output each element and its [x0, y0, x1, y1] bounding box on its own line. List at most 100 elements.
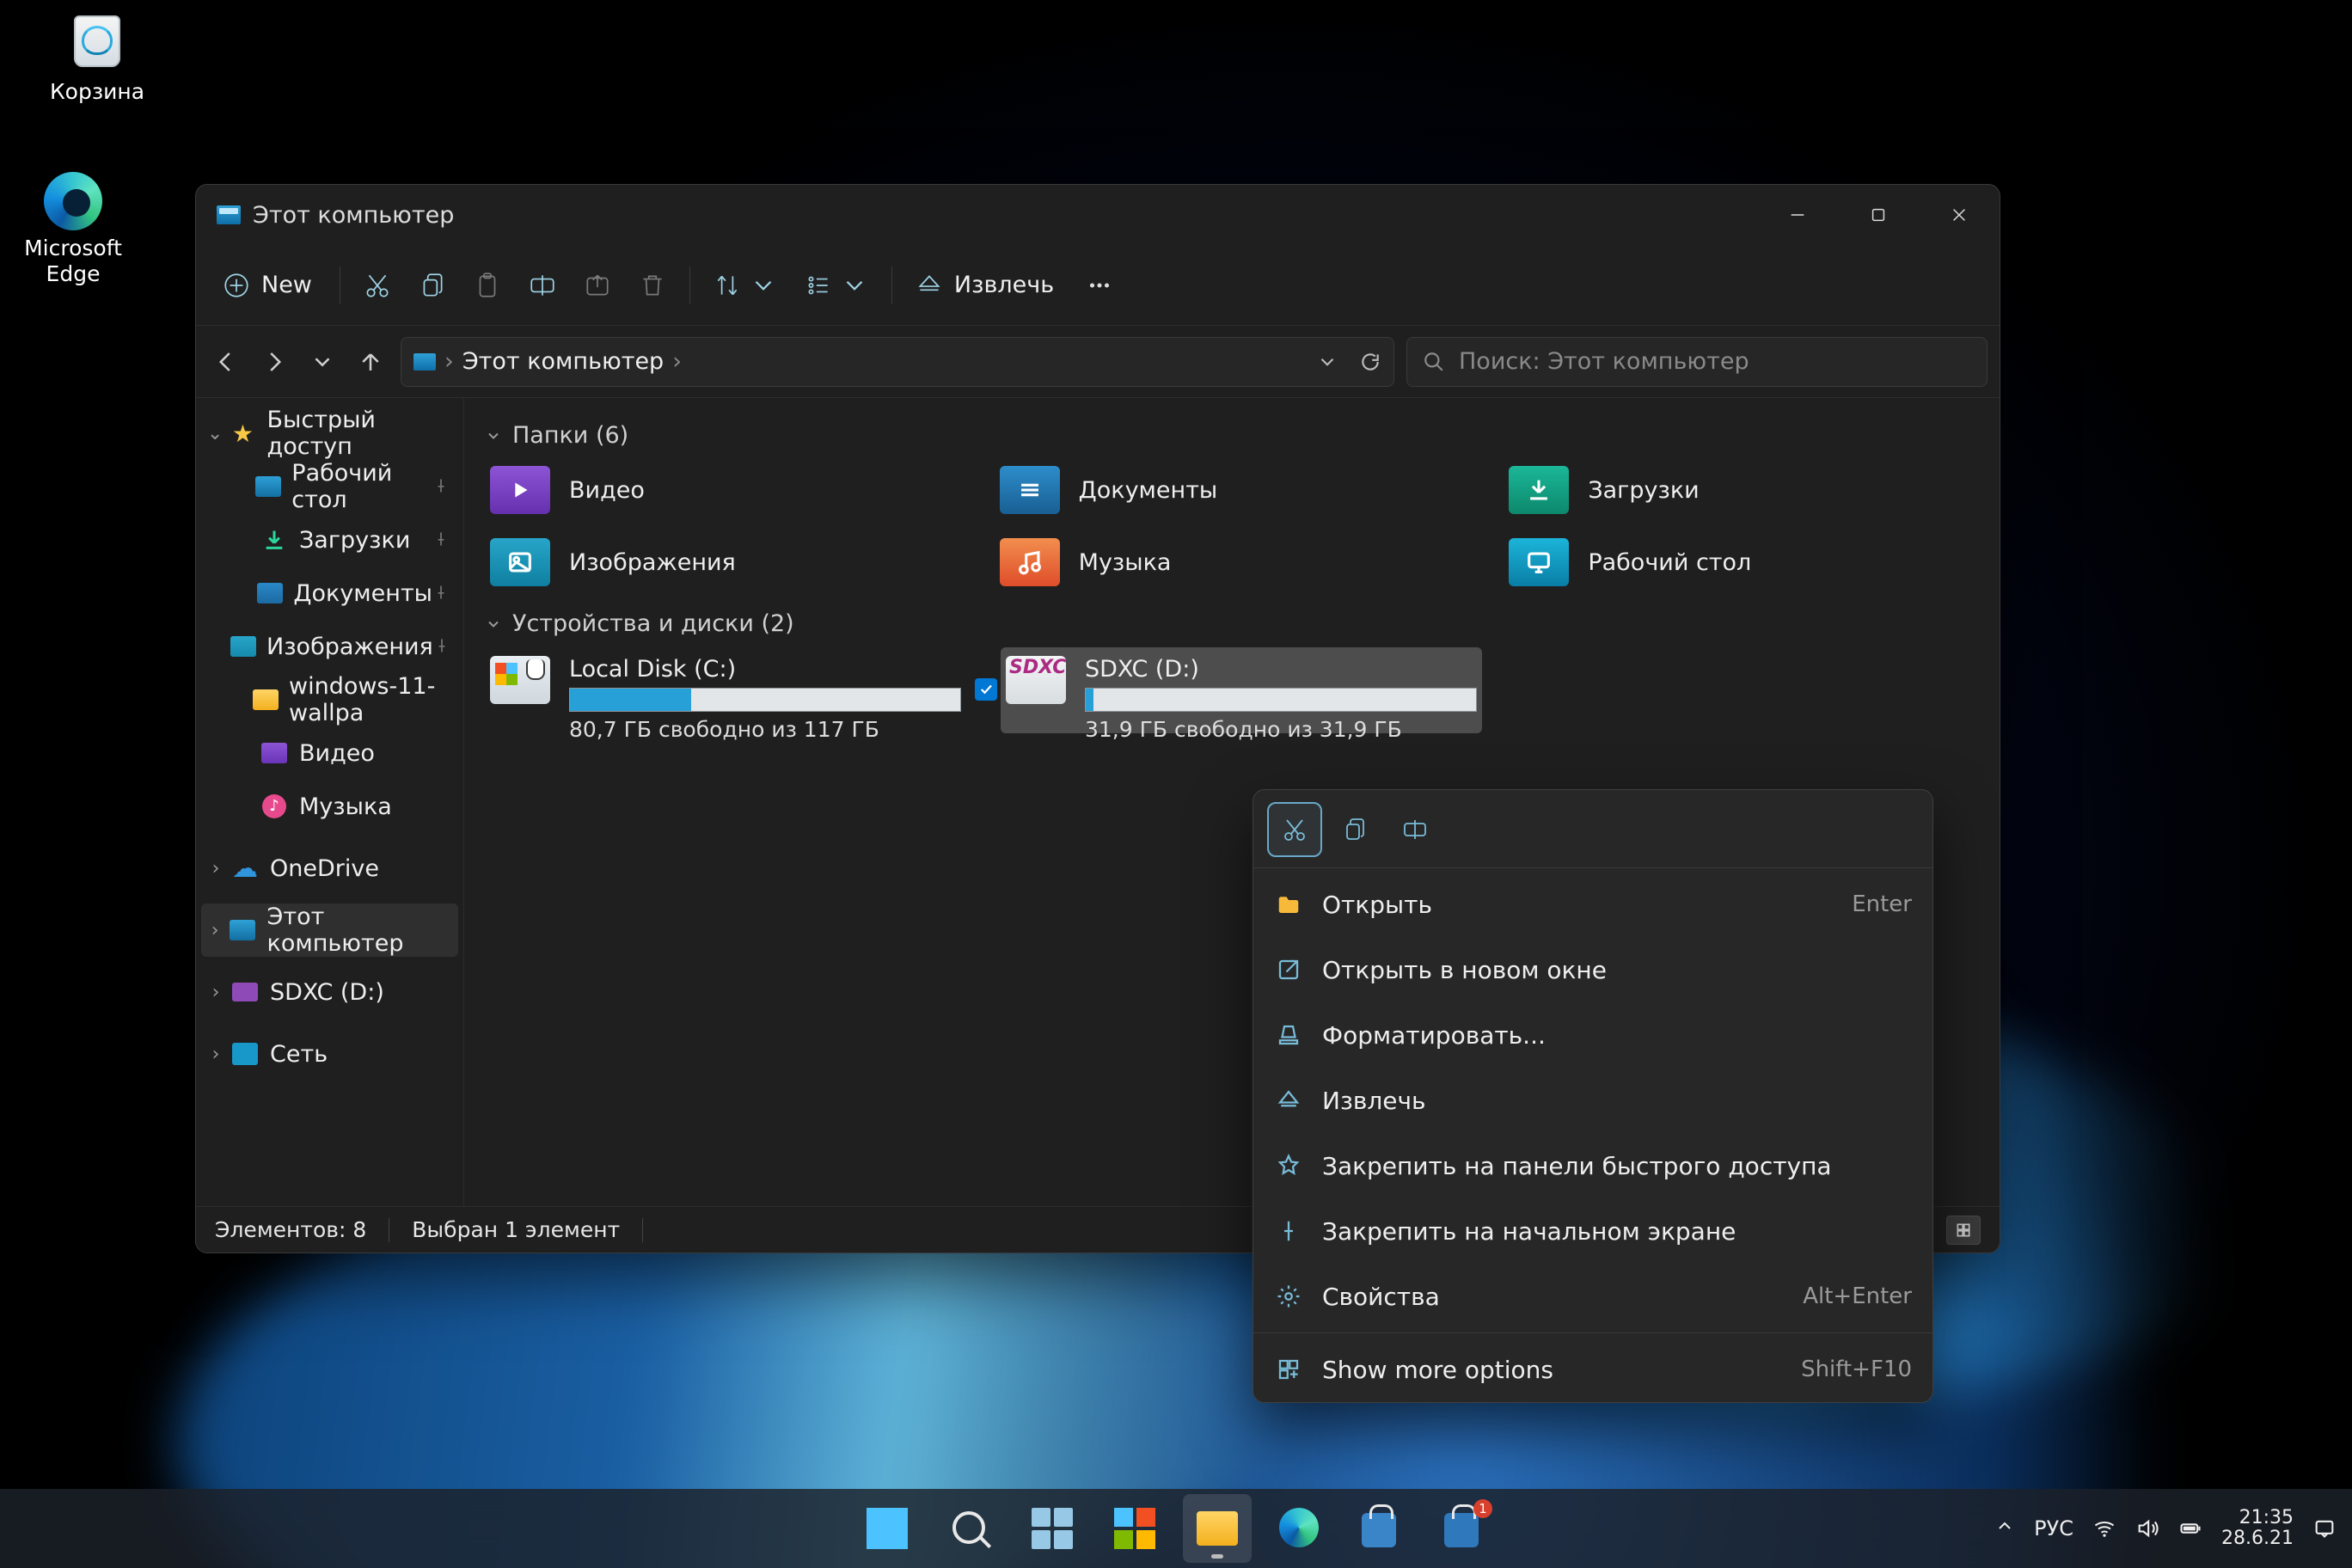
folder-video[interactable]: Видео — [485, 459, 960, 521]
clock-date: 28.6.21 — [2221, 1528, 2294, 1549]
file-explorer-button[interactable] — [1183, 1494, 1252, 1563]
sidebar-item-video[interactable]: Видео — [201, 726, 458, 780]
ctx-open-new-window[interactable]: Открыть в новом окне — [1253, 937, 1932, 1002]
new-button[interactable]: New — [210, 261, 329, 309]
ctx-rename-button[interactable] — [1389, 804, 1441, 855]
drive-c[interactable]: Local Disk (C:) 80,7 ГБ свободно из 117 … — [485, 647, 966, 733]
selection-checkbox[interactable] — [975, 678, 997, 701]
pin-icon — [432, 474, 450, 500]
pin-icon — [432, 580, 450, 607]
rename-button[interactable] — [516, 261, 569, 309]
breadcrumb[interactable]: Этот компьютер — [462, 348, 664, 375]
minimize-button[interactable] — [1757, 185, 1838, 245]
folder-music[interactable]: Музыка — [995, 531, 1470, 593]
sidebar-item-downloads[interactable]: Загрузки — [201, 513, 458, 567]
ctx-pin-quick-access[interactable]: Закрепить на панели быстрого доступа — [1253, 1133, 1932, 1198]
language-indicator[interactable]: РУС — [2034, 1516, 2073, 1540]
group-folders-header[interactable]: Папки (6) — [485, 422, 1979, 449]
group-drives-header[interactable]: Устройства и диски (2) — [485, 610, 1979, 637]
cloud-icon: ☁ — [230, 854, 260, 883]
store-button-2[interactable]: 1 — [1430, 1494, 1499, 1563]
folder-pictures[interactable]: Изображения — [485, 531, 960, 593]
ctx-show-more[interactable]: Show more optionsShift+F10 — [1253, 1337, 1932, 1402]
edge-icon — [44, 172, 102, 230]
download-icon — [1509, 466, 1569, 514]
address-bar[interactable]: › Этот компьютер › — [401, 337, 1394, 387]
task-view-icon — [1032, 1508, 1073, 1549]
taskbar: 1 РУС 21:35 28.6.21 — [0, 1489, 2352, 1568]
edge-shortcut[interactable]: Microsoft Edge — [9, 172, 138, 286]
drive-d[interactable]: SDXC SDXC (D:) 31,9 ГБ свободно из 31,9 … — [1001, 647, 1482, 733]
store-icon — [1362, 1508, 1403, 1549]
volume-icon[interactable] — [2135, 1516, 2159, 1540]
ctx-pin-start[interactable]: Закрепить на начальном экране — [1253, 1198, 1932, 1264]
ctx-eject[interactable]: Извлечь — [1253, 1068, 1932, 1133]
navigation-pane: ⌄★ Быстрый доступ Рабочий стол Загрузки … — [196, 398, 464, 1206]
folder-documents[interactable]: Документы — [995, 459, 1470, 521]
system-tray: РУС 21:35 28.6.21 — [1994, 1508, 2337, 1549]
edge-button[interactable] — [1265, 1494, 1334, 1563]
ctx-cut-button[interactable] — [1269, 804, 1320, 855]
notifications-icon[interactable] — [2312, 1516, 2337, 1540]
command-toolbar: New Извлечь — [196, 245, 2000, 326]
sort-button[interactable] — [701, 261, 790, 309]
sidebar-item-music[interactable]: ♪Музыка — [201, 780, 458, 833]
search-button[interactable] — [935, 1494, 1004, 1563]
edge-icon — [1279, 1508, 1320, 1549]
maximize-button[interactable] — [1838, 185, 1919, 245]
up-button[interactable] — [352, 344, 389, 380]
wifi-icon[interactable] — [2092, 1516, 2116, 1540]
task-view-button[interactable] — [1018, 1494, 1087, 1563]
recycle-bin[interactable]: Корзина — [33, 15, 162, 105]
folder-downloads[interactable]: Загрузки — [1504, 459, 1979, 521]
sidebar-item-this-pc[interactable]: ›Этот компьютер — [201, 903, 458, 957]
sidebar-item-network[interactable]: ›Сеть — [201, 1027, 458, 1081]
chevron-down-icon[interactable] — [1316, 351, 1338, 373]
view-button[interactable] — [792, 261, 881, 309]
context-menu: ОткрытьEnter Открыть в новом окне Формат… — [1253, 789, 1933, 1403]
status-selected: Выбран 1 элемент — [412, 1217, 620, 1242]
refresh-icon[interactable] — [1359, 351, 1381, 373]
sidebar-item-sdxc[interactable]: ›SDXC (D:) — [201, 965, 458, 1019]
ctx-format[interactable]: Форматировать... — [1253, 1002, 1932, 1068]
tray-overflow-button[interactable] — [1994, 1516, 2015, 1541]
ctx-properties[interactable]: СвойстваAlt+Enter — [1253, 1264, 1932, 1329]
sidebar-item-pictures[interactable]: Изображения — [201, 620, 458, 673]
tiles-view-button[interactable] — [1946, 1216, 1981, 1245]
sidebar-item-documents[interactable]: Документы — [201, 567, 458, 620]
titlebar[interactable]: Этот компьютер — [196, 185, 2000, 245]
notification-badge: 1 — [1473, 1499, 1492, 1518]
search-box[interactable] — [1406, 337, 1988, 387]
cut-button[interactable] — [351, 261, 404, 309]
sidebar-item-quick-access[interactable]: ⌄★ Быстрый доступ — [201, 407, 458, 460]
delete-button[interactable] — [626, 261, 679, 309]
pin-icon — [1274, 1216, 1303, 1246]
edge-label: Microsoft Edge — [9, 236, 138, 286]
sidebar-item-onedrive[interactable]: ›☁OneDrive — [201, 842, 458, 895]
properties-icon — [1274, 1282, 1303, 1311]
battery-icon[interactable] — [2178, 1516, 2202, 1540]
drive-c-usage-bar — [569, 688, 961, 712]
forward-button[interactable] — [256, 344, 292, 380]
paste-button[interactable] — [461, 261, 514, 309]
music-icon: ♪ — [262, 794, 286, 818]
sidebar-item-desktop[interactable]: Рабочий стол — [201, 460, 458, 513]
folder-icon — [253, 689, 279, 710]
clock[interactable]: 21:35 28.6.21 — [2221, 1508, 2294, 1549]
close-button[interactable] — [1919, 185, 2000, 245]
more-button[interactable] — [1073, 261, 1126, 309]
start-button[interactable] — [853, 1494, 922, 1563]
history-button[interactable] — [304, 344, 340, 380]
back-button[interactable] — [208, 344, 244, 380]
chevron-right-icon: › — [672, 348, 682, 375]
search-input[interactable] — [1459, 348, 1971, 375]
ctx-copy-button[interactable] — [1329, 804, 1381, 855]
widgets-button[interactable] — [1100, 1494, 1169, 1563]
ctx-open[interactable]: ОткрытьEnter — [1253, 872, 1932, 937]
sidebar-item-win11-wall[interactable]: windows-11-wallpa — [201, 673, 458, 726]
folder-desktop[interactable]: Рабочий стол — [1504, 531, 1979, 593]
eject-button[interactable]: Извлечь — [903, 261, 1071, 309]
store-button[interactable] — [1348, 1494, 1417, 1563]
share-button[interactable] — [571, 261, 624, 309]
copy-button[interactable] — [406, 261, 459, 309]
